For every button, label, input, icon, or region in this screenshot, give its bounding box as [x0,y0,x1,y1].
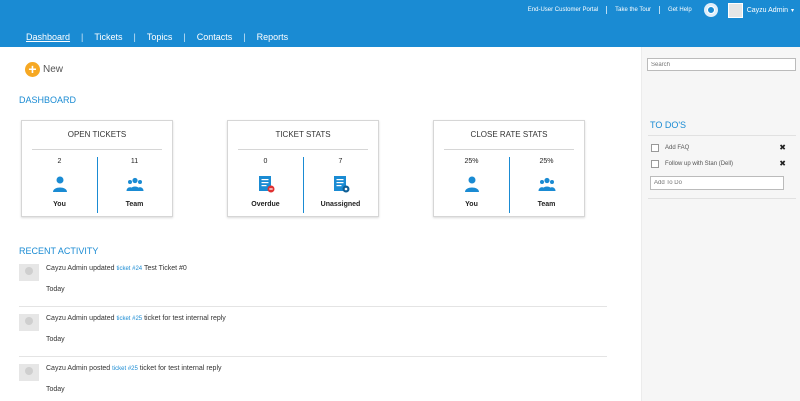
user-name: Cayzu Admin [746,6,788,14]
activity-text: Cayzu Admin updated ticket #25 ticket fo… [46,315,226,322]
team-close-rate[interactable]: 25% Team [509,157,584,215]
team-icon [126,177,144,191]
main-nav: Dashboard | Tickets | Topics | Contacts … [15,30,299,44]
stat-value: 11 [130,158,139,165]
todo-title: TO DO'S [650,120,687,130]
open-tickets-card: OPEN TICKETS 2 You 11 Team [21,120,173,217]
nav-separator: | [243,32,246,42]
nav-contacts[interactable]: Contacts [186,32,244,42]
stat-value: 7 [338,158,343,165]
nav-reports[interactable]: Reports [246,32,300,42]
stat-value: 25% [464,158,479,165]
stat-label: You [465,201,478,208]
card-title: OPEN TICKETS [67,130,127,139]
user-avatar [727,2,743,18]
divider [32,149,162,150]
user-menu[interactable]: Cayzu Admin ▾ [727,2,800,18]
nav-separator: | [183,32,186,42]
search-input[interactable] [647,58,796,71]
avatar [19,364,39,381]
divider [444,149,574,150]
activity-subject: ticket for test internal reply [139,365,222,372]
todo-label: Follow up with Stan (Dell) [665,160,734,167]
overdue-tickets[interactable]: 0 Overdue [228,157,303,215]
avatar [19,314,39,331]
remove-todo-icon[interactable]: ✖ [779,143,786,152]
top-links: End-User Customer Portal Take the Tour G… [520,0,800,20]
activity-actor: Cayzu Admin updated [46,265,115,272]
team-icon [538,177,556,191]
stat-label: Overdue [251,201,280,208]
my-close-rate[interactable]: 25% You [434,157,509,215]
new-button-label: New [43,64,64,75]
activity-actor: Cayzu Admin posted [46,365,111,372]
settings-gear-icon[interactable] [703,3,718,17]
nav-separator: | [133,32,136,42]
todo-checkbox[interactable] [651,159,659,168]
divider [238,149,368,150]
stat-label: Unassigned [320,201,361,208]
nav-separator: | [81,32,84,42]
get-help-link[interactable]: Get Help [660,6,700,14]
plus-icon: + [25,62,40,77]
activity-date: Today [46,286,65,293]
todo-checkbox[interactable] [651,143,659,152]
customer-portal-link[interactable]: End-User Customer Portal [520,6,608,14]
card-title: TICKET STATS [275,130,331,139]
stat-value: 0 [263,158,268,165]
ticket-stats-card: TICKET STATS 0 Overdue 7 Unassigned [227,120,379,217]
unassigned-ticket-icon [334,176,350,193]
divider [19,306,607,307]
nav-dashboard[interactable]: Dashboard [15,32,81,42]
chevron-down-icon: ▾ [790,7,794,14]
activity-text: Cayzu Admin posted ticket #25 ticket for… [46,365,222,372]
add-todo-input[interactable] [650,176,784,190]
stat-label: Team [125,201,144,208]
right-sidebar [641,47,800,401]
todo-item: Add FAQ ✖ [651,143,786,152]
ticket-link[interactable]: ticket #24 [116,266,142,272]
new-button[interactable]: + New [25,62,63,77]
team-open-tickets[interactable]: 11 Team [97,157,172,215]
activity-actor: Cayzu Admin updated [46,315,115,322]
dashboard-title: DASHBOARD [19,95,77,105]
ticket-link[interactable]: ticket #25 [112,366,138,372]
todo-label: Add FAQ [665,144,690,151]
stat-label: You [53,201,66,208]
activity-subject: ticket for test internal reply [144,315,226,322]
divider [19,356,607,357]
avatar [19,264,39,281]
ticket-link[interactable]: ticket #25 [116,316,142,322]
user-icon [465,176,479,192]
remove-todo-icon[interactable]: ✖ [779,159,786,168]
card-title: CLOSE RATE STATS [470,130,548,139]
activity-date: Today [46,386,65,393]
close-rate-stats-card: CLOSE RATE STATS 25% You 25% Team [433,120,585,217]
stat-value: 25% [539,158,554,165]
nav-tickets[interactable]: Tickets [83,32,133,42]
recent-activity-title: RECENT ACTIVITY [19,246,99,256]
todo-item: Follow up with Stan (Dell) ✖ [651,159,786,168]
activity-date: Today [46,336,65,343]
activity-subject: Test Ticket #0 [143,265,187,272]
stat-label: Team [537,201,556,208]
take-tour-link[interactable]: Take the Tour [607,6,661,14]
nav-topics[interactable]: Topics [136,32,184,42]
divider [648,198,796,199]
unassigned-tickets[interactable]: 7 Unassigned [303,157,378,215]
my-open-tickets[interactable]: 2 You [22,157,97,215]
activity-text: Cayzu Admin updated ticket #24 Test Tick… [46,265,187,272]
top-header-bar: End-User Customer Portal Take the Tour G… [0,0,800,47]
divider [648,135,796,136]
user-icon [53,176,67,192]
overdue-ticket-icon [259,176,275,193]
stat-value: 2 [57,158,62,165]
